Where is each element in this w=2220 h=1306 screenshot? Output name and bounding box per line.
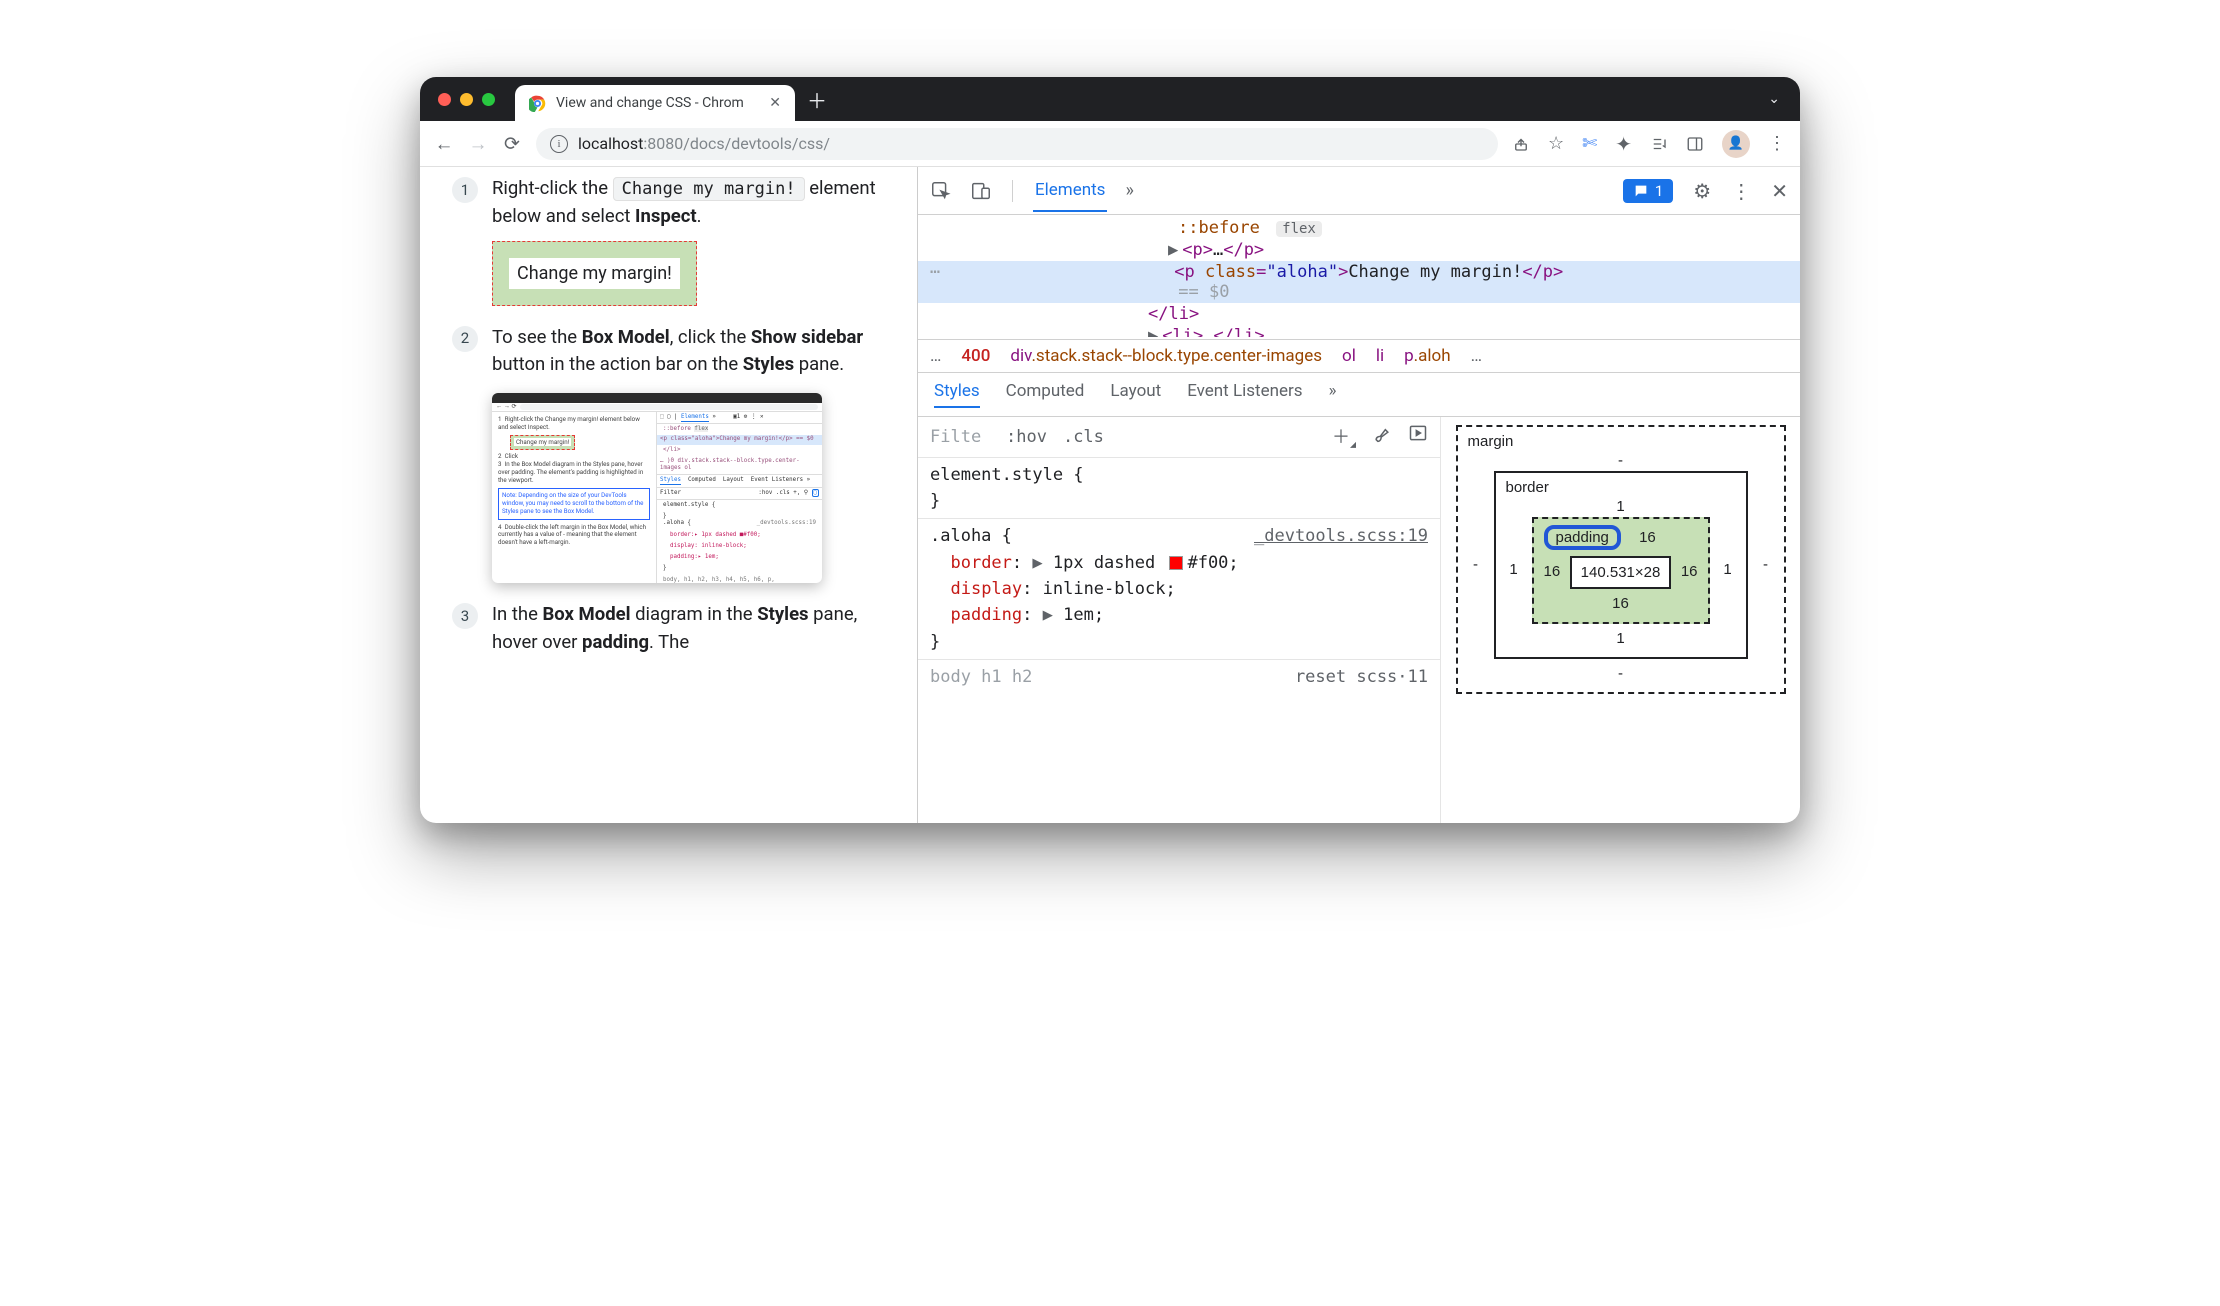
- settings-icon[interactable]: ⚙: [1693, 179, 1711, 203]
- inspect-icon[interactable]: [930, 180, 952, 202]
- box-model-content[interactable]: 140.531×28: [1570, 556, 1671, 589]
- body-rule[interactable]: body h1 h2reset scss·11: [918, 660, 1440, 694]
- site-info-icon[interactable]: i: [550, 135, 568, 153]
- source-link[interactable]: _devtools.scss:19: [1254, 523, 1428, 549]
- dom-breadcrumbs[interactable]: … 400 div.stack.stack--block.type.center…: [918, 339, 1800, 373]
- content-area: 1 Right-click the Change my margin! elem…: [420, 167, 1800, 823]
- url-port: :8080: [643, 134, 683, 153]
- step-number: 1: [452, 177, 478, 203]
- minimize-window-button[interactable]: [460, 93, 473, 106]
- tab-elements[interactable]: Elements: [1033, 170, 1107, 212]
- reading-list-icon[interactable]: [1650, 135, 1668, 153]
- sidepanel-icon[interactable]: [1686, 135, 1704, 153]
- devtools-tabs: Elements » 1 ⚙ ⋮ ✕: [918, 167, 1800, 215]
- cls-toggle[interactable]: .cls: [1063, 427, 1104, 447]
- step-number: 2: [452, 326, 478, 352]
- extensions-icon[interactable]: ✦: [1615, 132, 1632, 156]
- subtab-layout[interactable]: Layout: [1110, 381, 1161, 408]
- selected-dom-node[interactable]: ⋯ <p class="aloha">Change my margin!</p>…: [918, 261, 1800, 303]
- styles-toolbar: Filte :hov .cls ＋◢: [918, 417, 1440, 458]
- scissors-icon[interactable]: ✄: [1582, 133, 1597, 154]
- hov-toggle[interactable]: :hov: [1006, 427, 1047, 447]
- color-swatch[interactable]: [1169, 556, 1183, 570]
- new-rule-icon[interactable]: ＋◢: [1332, 423, 1356, 451]
- profile-avatar[interactable]: 👤: [1722, 130, 1750, 158]
- fullscreen-window-button[interactable]: [482, 93, 495, 106]
- box-model-diagram[interactable]: margin - - border 1 1 padding: [1440, 417, 1800, 823]
- gutter-dots-icon[interactable]: ⋯: [924, 262, 954, 282]
- bookmark-icon[interactable]: ☆: [1548, 133, 1564, 154]
- url-path: /docs/devtools/css/: [683, 134, 830, 153]
- styles-filter-input[interactable]: Filte: [930, 427, 990, 447]
- toolbar: ← → ⟳ i localhost:8080/docs/devtools/css…: [420, 121, 1800, 167]
- webpage: 1 Right-click the Change my margin! elem…: [420, 167, 918, 823]
- forward-button[interactable]: →: [468, 132, 488, 156]
- menu-icon[interactable]: ⋮: [1768, 133, 1786, 154]
- subtab-computed[interactable]: Computed: [1006, 381, 1085, 408]
- padding-label-highlight: padding: [1544, 525, 1621, 550]
- close-devtools-icon[interactable]: ✕: [1771, 179, 1788, 203]
- titlebar: View and change CSS - Chrom ✕ ＋ ⌄: [420, 77, 1800, 121]
- dom-tree[interactable]: ::before flex ▶<p>…</p> ⋯ <p class="aloh…: [918, 215, 1800, 339]
- address-bar[interactable]: i localhost:8080/docs/devtools/css/: [536, 128, 1498, 160]
- step-1: 1 Right-click the Change my margin! elem…: [452, 175, 899, 306]
- styles-subtabs: Styles Computed Layout Event Listeners »: [918, 373, 1800, 417]
- thumbnail-image: ← → ⟳ 1 Right-click the Change my margin…: [492, 393, 822, 583]
- element-style-rule[interactable]: element.style { }: [918, 458, 1440, 520]
- share-icon[interactable]: [1512, 135, 1530, 153]
- aloha-rule[interactable]: .aloha {_devtools.scss:19 border: ▶ 1px …: [918, 519, 1440, 660]
- hide-sidebar-icon[interactable]: [1408, 423, 1428, 443]
- styles-panes: Filte :hov .cls ＋◢ element.style { }: [918, 417, 1800, 823]
- traffic-lights: [438, 93, 495, 106]
- paintbrush-icon[interactable]: [1372, 423, 1392, 443]
- url-host: localhost: [578, 134, 643, 153]
- flex-badge[interactable]: flex: [1276, 221, 1322, 237]
- more-tabs-icon[interactable]: »: [1125, 180, 1133, 201]
- close-window-button[interactable]: [438, 93, 451, 106]
- browser-tab[interactable]: View and change CSS - Chrom ✕: [515, 85, 795, 121]
- devtools-panel: Elements » 1 ⚙ ⋮ ✕ ::before flex: [918, 167, 1800, 823]
- back-button[interactable]: ←: [434, 132, 454, 156]
- subtab-event-listeners[interactable]: Event Listeners: [1187, 381, 1302, 408]
- step-2: 2 To see the Box Model, click the Show s…: [452, 324, 899, 584]
- styles-pane: Filte :hov .cls ＋◢ element.style { }: [918, 417, 1440, 823]
- kebab-menu-icon[interactable]: ⋮: [1731, 179, 1751, 203]
- tabs-menu-icon[interactable]: ⌄: [1768, 91, 1780, 107]
- chrome-icon: [529, 95, 546, 112]
- close-tab-icon[interactable]: ✕: [769, 95, 781, 111]
- expand-icon[interactable]: ▶: [1168, 240, 1178, 260]
- browser-window: View and change CSS - Chrom ✕ ＋ ⌄ ← → ⟳ …: [420, 77, 1800, 823]
- demo-element[interactable]: Change my margin!: [492, 241, 697, 306]
- step-number: 3: [452, 603, 478, 629]
- toolbar-actions: ☆ ✄ ✦ 👤 ⋮: [1512, 130, 1786, 158]
- more-subtabs-icon[interactable]: »: [1329, 381, 1337, 408]
- new-tab-button[interactable]: ＋: [807, 85, 827, 114]
- reload-button[interactable]: ⟳: [502, 132, 522, 155]
- subtab-styles[interactable]: Styles: [934, 381, 980, 408]
- device-toggle-icon[interactable]: [970, 180, 992, 202]
- code-chip: Change my margin!: [613, 177, 805, 201]
- tab-title: View and change CSS - Chrom: [556, 95, 744, 111]
- issues-chip[interactable]: 1: [1623, 179, 1673, 203]
- step-3: 3 In the Box Model diagram in the Styles…: [452, 601, 899, 657]
